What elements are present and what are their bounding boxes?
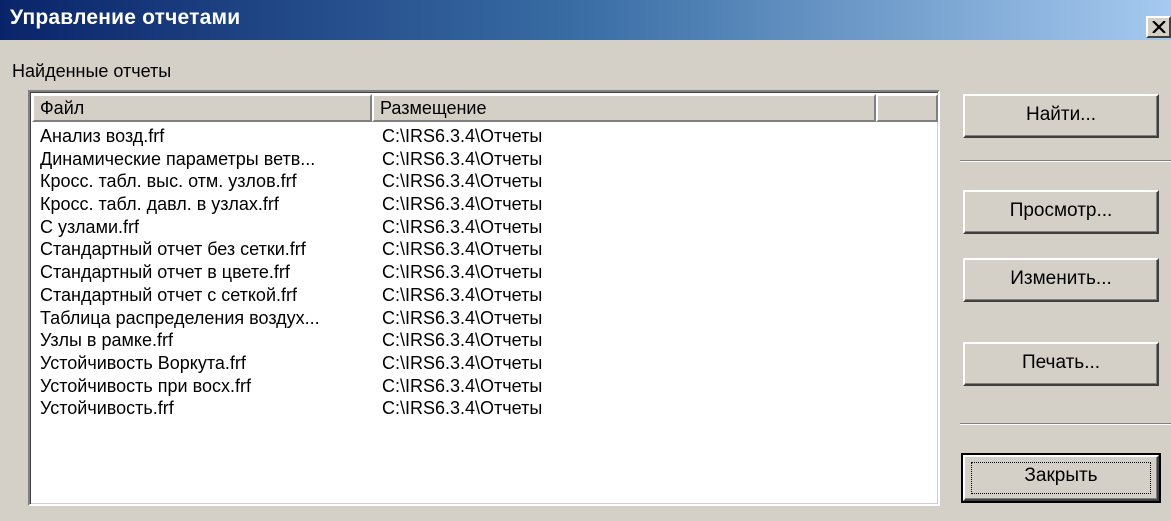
file-name: Таблица распределения воздух... (40, 307, 320, 328)
file-name: Стандартный отчет в цвете.frf (40, 262, 290, 283)
file-location: C:\IRS6.3.4\Отчеты (382, 307, 543, 328)
file-name: Стандартный отчет без сетки.frf (40, 239, 306, 260)
find-button[interactable]: Найти... (963, 94, 1159, 138)
file-name: Кросс. табл. выс. отм. узлов.frf (40, 171, 297, 192)
file-location: C:\IRS6.3.4\Отчеты (382, 148, 543, 169)
list-item[interactable]: Анализ возд.frf C:\IRS6.3.4\Отчеты (32, 125, 938, 148)
file-name: Кросс. табл. давл. в узлах.frf (40, 194, 279, 215)
file-name: С узлами.frf (40, 216, 139, 237)
file-name: Стандартный отчет с сеткой.frf (40, 284, 297, 305)
list-item[interactable]: С узлами.frf C:\IRS6.3.4\Отчеты (32, 216, 938, 239)
window-close-button[interactable] (1146, 16, 1171, 38)
column-header-file[interactable]: Файл (32, 94, 372, 122)
separator (960, 423, 1171, 425)
list-item[interactable]: Кросс. табл. выс. отм. узлов.frf C:\IRS6.… (32, 170, 938, 193)
close-icon (1151, 21, 1166, 33)
list-item[interactable]: Кросс. табл. давл. в узлах.frf C:\IRS6.3.… (32, 193, 938, 216)
file-name: Устойчивость.frf (40, 398, 174, 419)
reports-list[interactable]: Файл Размещение Анализ возд.frf C:\IRS6.3… (28, 90, 940, 506)
file-location: C:\IRS6.3.4\Отчеты (382, 126, 543, 146)
file-name: Динамические параметры ветв... (40, 148, 316, 169)
file-location: C:\IRS6.3.4\Отчеты (382, 239, 543, 260)
list-item[interactable]: Стандартный отчет с сеткой.frf C:\IRS6.3.… (32, 284, 938, 307)
list-rows: Анализ возд.frf C:\IRS6.3.4\Отчеты Динами… (32, 125, 938, 420)
list-item[interactable]: Стандартный отчет в цвете.frf C:\IRS6.3.4… (32, 261, 938, 284)
file-location: C:\IRS6.3.4\Отчеты (382, 262, 543, 283)
list-item[interactable]: Узлы в рамке.frf C:\IRS6.3.4\Отчеты (32, 329, 938, 352)
list-item[interactable]: Устойчивость Воркута.frf C:\IRS6.3.4\Отче… (32, 352, 938, 375)
view-button[interactable]: Просмотр... (963, 190, 1159, 234)
window-title: Управление отчетами (10, 6, 241, 29)
file-location: C:\IRS6.3.4\Отчеты (382, 284, 543, 305)
file-name: Устойчивость Воркута.frf (40, 352, 246, 373)
list-item[interactable]: Таблица распределения воздух... C:\IRS6.3… (32, 307, 938, 330)
close-button[interactable]: Закрыть (961, 453, 1161, 503)
edit-button[interactable]: Изменить... (963, 258, 1159, 302)
file-location: C:\IRS6.3.4\Отчеты (382, 375, 543, 396)
file-location: C:\IRS6.3.4\Отчеты (382, 216, 543, 237)
column-header-empty[interactable] (876, 94, 938, 122)
list-item[interactable]: Стандартный отчет без сетки.frf C:\IRS6.3… (32, 238, 938, 261)
print-button[interactable]: Печать... (963, 342, 1159, 386)
column-header-location[interactable]: Размещение (372, 94, 876, 122)
file-location: C:\IRS6.3.4\Отчеты (382, 194, 543, 215)
file-location: C:\IRS6.3.4\Отчеты (382, 171, 543, 192)
separator (960, 160, 1171, 162)
list-item[interactable]: Устойчивость.frf C:\IRS6.3.4\Отчеты (32, 397, 938, 420)
file-location: C:\IRS6.3.4\Отчеты (382, 330, 543, 351)
list-item[interactable]: Устойчивость при восх.frf C:\IRS6.3.4\Отч… (32, 375, 938, 398)
file-location: C:\IRS6.3.4\Отчеты (382, 352, 543, 373)
title-bar: Управление отчетами (0, 0, 1171, 40)
list-header: Файл Размещение (32, 94, 938, 122)
file-name: Узлы в рамке.frf (40, 330, 173, 351)
list-item[interactable]: Динамические параметры ветв... C:\IRS6.3.… (32, 148, 938, 171)
close-button-label: Закрыть (1024, 465, 1098, 486)
file-name: Анализ возд.frf (40, 126, 165, 146)
file-location: C:\IRS6.3.4\Отчеты (382, 398, 543, 419)
found-reports-label: Найденные отчеты (12, 61, 172, 81)
file-name: Устойчивость при восх.frf (40, 375, 251, 396)
